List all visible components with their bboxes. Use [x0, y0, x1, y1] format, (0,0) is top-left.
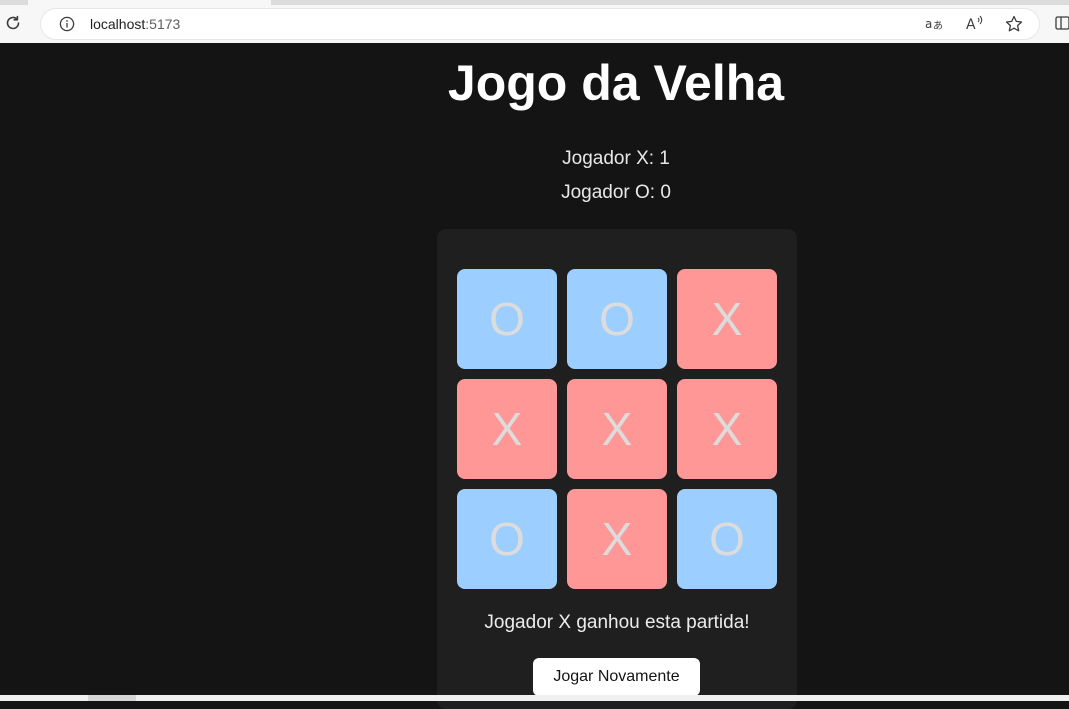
- url-port: :5173: [145, 16, 181, 32]
- scrollbar-thumb[interactable]: [88, 695, 136, 701]
- board-cell-2[interactable]: O: [567, 269, 667, 369]
- translate-icon[interactable]: aあ: [924, 14, 944, 34]
- board-cell-8[interactable]: X: [567, 489, 667, 589]
- score-player-x: Jogador X: 1: [562, 148, 670, 169]
- svg-text:あ: あ: [933, 20, 943, 32]
- score-player-o: Jogador O: 0: [561, 182, 671, 203]
- play-again-button[interactable]: Jogar Novamente: [533, 658, 700, 696]
- board-cell-4[interactable]: X: [457, 379, 557, 479]
- board-cell-5[interactable]: X: [567, 379, 667, 479]
- svg-text:A: A: [966, 17, 976, 33]
- page-title: Jogo da Velha: [447, 55, 785, 111]
- board-cell-1[interactable]: O: [457, 269, 557, 369]
- board-cell-6[interactable]: X: [677, 379, 777, 479]
- tab-strip: [0, 0, 1069, 5]
- game-board: O O X X X X O X O: [457, 269, 777, 589]
- game-panel: O O X X X X O X O Jogador X ganhou esta …: [437, 229, 797, 709]
- horizontal-scrollbar[interactable]: [0, 695, 1069, 701]
- reload-icon[interactable]: [4, 14, 22, 32]
- result-message: Jogador X ganhou esta partida!: [484, 612, 750, 633]
- browser-toolbar: localhost:5173 aあ A: [0, 0, 1069, 43]
- board-cell-7[interactable]: O: [457, 489, 557, 589]
- read-aloud-icon[interactable]: A: [964, 14, 984, 34]
- url-text[interactable]: localhost:5173: [90, 16, 180, 32]
- svg-text:a: a: [925, 17, 932, 31]
- game-page: Jogo da Velha Jogador X: 1 Jogador O: 0 …: [0, 43, 1069, 709]
- address-bar[interactable]: localhost:5173 aあ A: [41, 9, 1039, 39]
- split-screen-icon[interactable]: [1055, 15, 1069, 31]
- board-cell-3[interactable]: X: [677, 269, 777, 369]
- url-host: localhost: [90, 16, 146, 32]
- board-cell-9[interactable]: O: [677, 489, 777, 589]
- info-icon[interactable]: [59, 16, 75, 32]
- favorite-star-icon[interactable]: [1004, 14, 1024, 34]
